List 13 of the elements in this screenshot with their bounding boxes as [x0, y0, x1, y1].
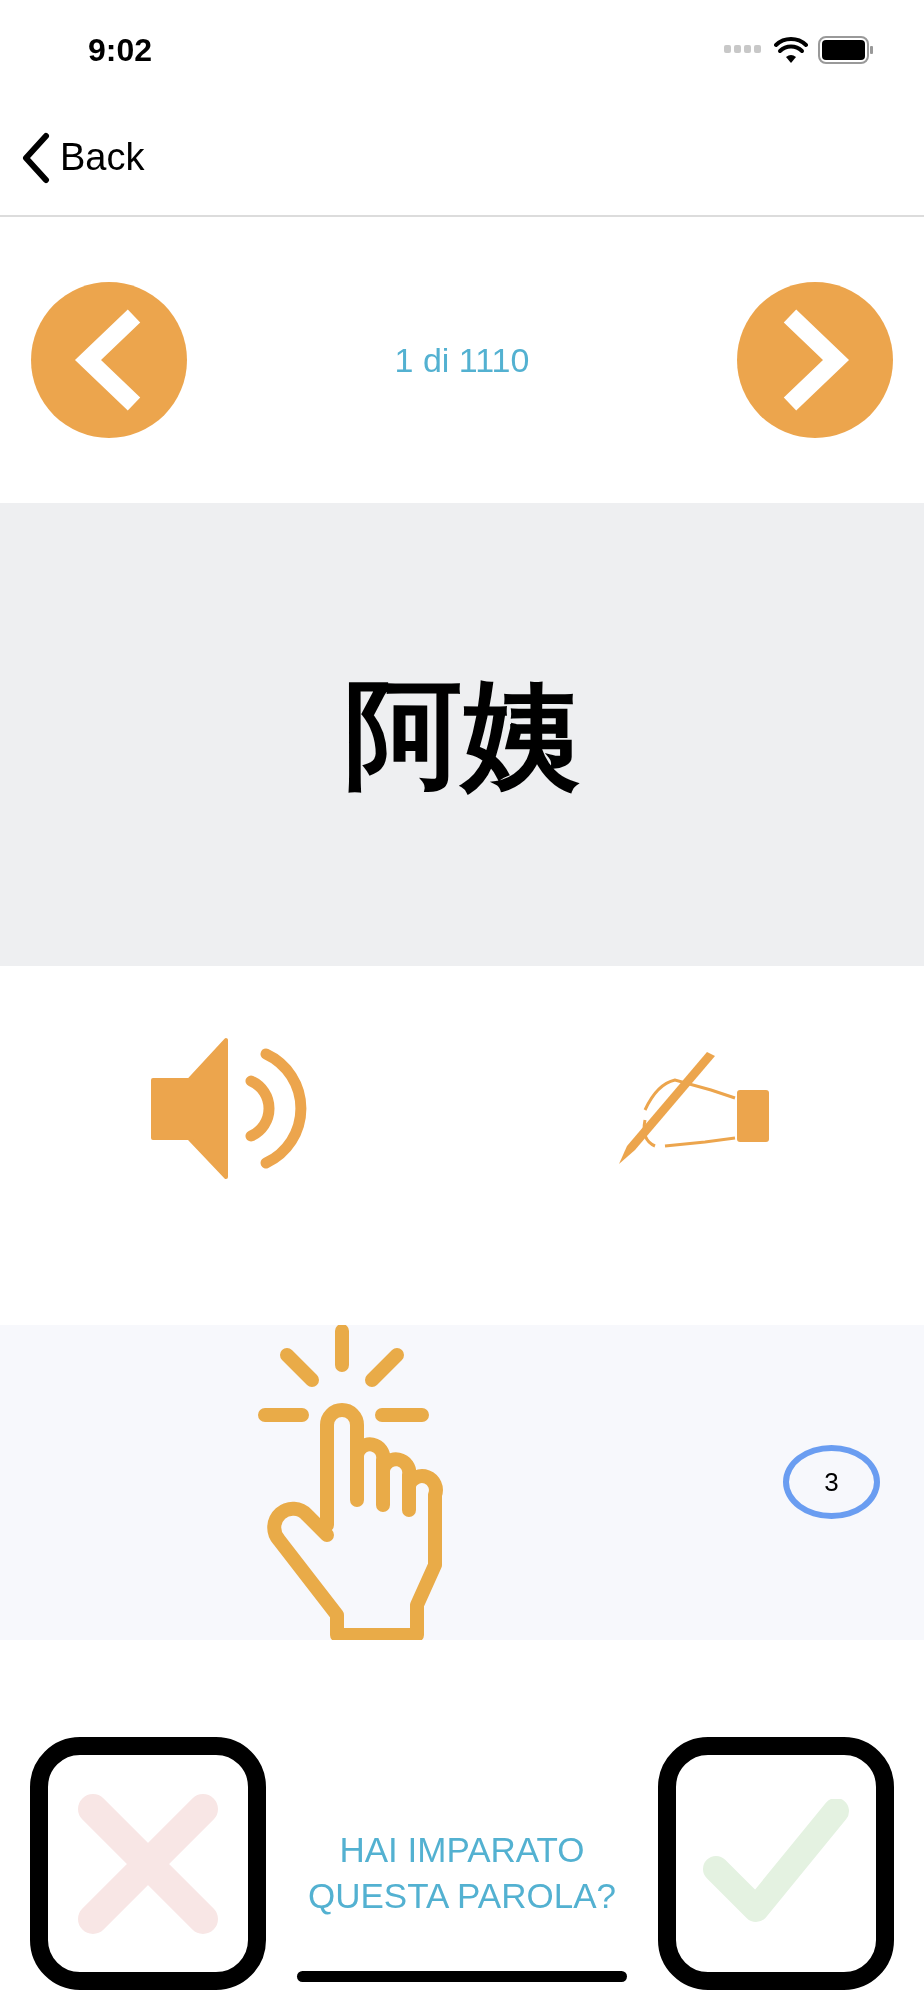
status-time: 9:02: [88, 31, 153, 70]
prompt-text-line: HAI IMPARATO: [339, 1829, 585, 1871]
back-button[interactable]: Back: [20, 129, 145, 186]
not-learned-button[interactable]: [30, 1737, 266, 1990]
chevron-left-icon: [20, 131, 50, 184]
learned-button[interactable]: [658, 1737, 894, 1990]
wifi-icon: [774, 37, 808, 63]
tap-count-badge: 3: [783, 1445, 880, 1519]
word-text: 阿姨: [344, 667, 580, 802]
battery-icon: [818, 36, 874, 64]
prompt-text-line: QUESTA PAROLA?: [308, 1875, 616, 1917]
signal-icon: [724, 45, 764, 55]
card-counter: 1 di 1110: [394, 339, 530, 381]
